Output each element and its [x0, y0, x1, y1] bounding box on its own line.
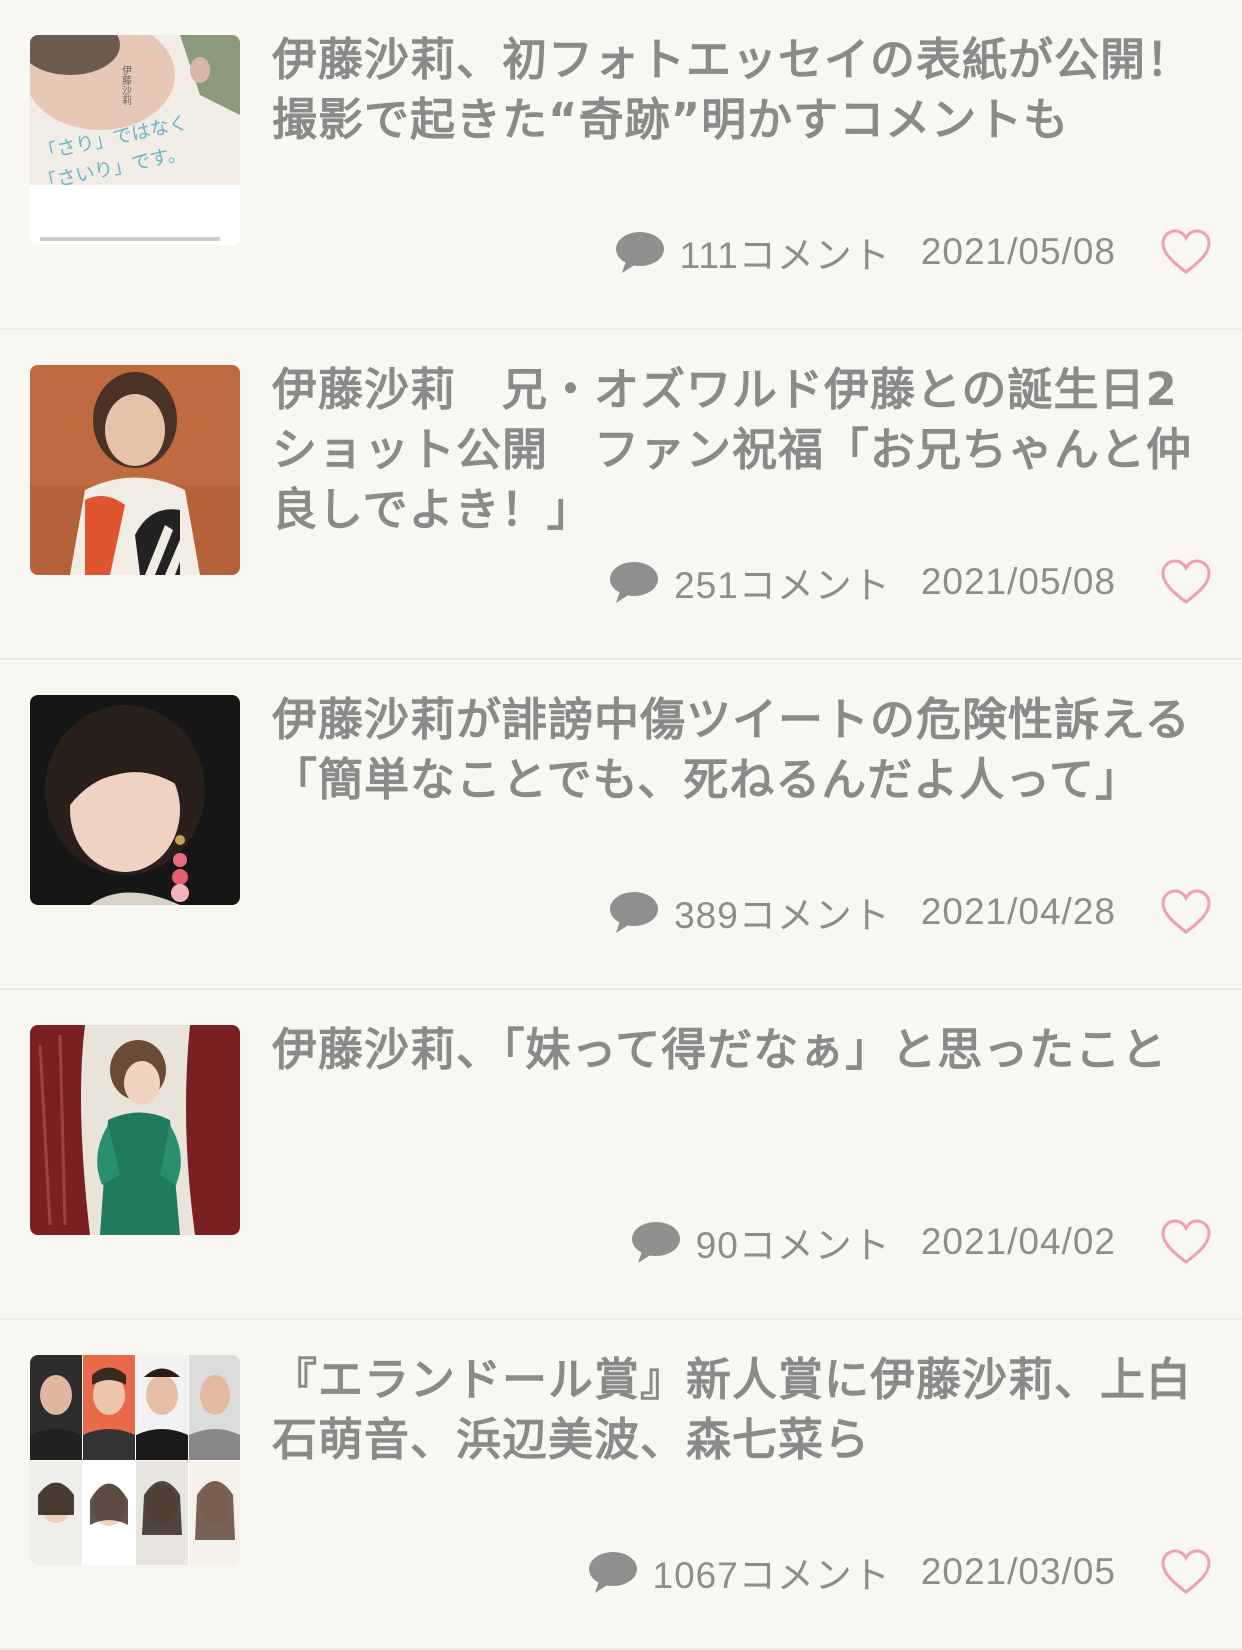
- comment-count: 90コメント: [695, 1225, 891, 1266]
- comment-count: 389コメント: [674, 895, 891, 936]
- article-title[interactable]: 伊藤沙莉が誹謗中傷ツイートの危険性訴える「簡単なことでも、死ねるんだよ人って」: [272, 690, 1212, 810]
- article-title[interactable]: 伊藤沙莉、初フォトエッセイの表紙が公開！撮影で起きた“奇跡”明かすコメントも: [272, 30, 1212, 150]
- comment-bubble-icon: [610, 892, 659, 933]
- book-cover-image: 「さり」ではなく 「さいり」です。 伊藤沙莉: [30, 35, 240, 245]
- heart-icon[interactable]: [1160, 1548, 1212, 1596]
- article-meta: 1067コメント 2021/03/05: [587, 1542, 1213, 1602]
- article-meta: 90コメント 2021/04/02: [630, 1212, 1212, 1272]
- list-item[interactable]: 伊藤沙莉 兄・オズワルド伊藤との誕生日2ショット公開 ファン祝福「お兄ちゃんと仲…: [0, 330, 1242, 660]
- article-list: 「さり」ではなく 「さいり」です。 伊藤沙莉 伊藤沙莉、初フォトエッセイの表紙が…: [0, 0, 1242, 1650]
- list-item[interactable]: 「さり」ではなく 「さいり」です。 伊藤沙莉 伊藤沙莉、初フォトエッセイの表紙が…: [0, 0, 1242, 330]
- article-date: 2021/03/05: [920, 1551, 1116, 1592]
- article-thumbnail[interactable]: [30, 365, 240, 575]
- list-item[interactable]: 伊藤沙莉、「妹って得だなぁ」と思ったこと 90コメント 2021/04/02: [0, 990, 1242, 1320]
- list-item[interactable]: 伊藤沙莉が誹謗中傷ツイートの危険性訴える「簡単なことでも、死ねるんだよ人って」 …: [0, 660, 1242, 990]
- portrait-photo: [30, 695, 240, 905]
- article-thumbnail[interactable]: 「さり」ではなく 「さいり」です。 伊藤沙莉: [30, 35, 240, 245]
- comment-bubble-icon: [631, 1222, 680, 1263]
- comment-bubble-icon: [588, 1552, 637, 1593]
- heart-icon[interactable]: [1160, 888, 1212, 936]
- heart-icon[interactable]: [1160, 228, 1212, 276]
- article-thumbnail[interactable]: [30, 1355, 240, 1565]
- portrait-photo: [30, 365, 240, 575]
- article-date: 2021/05/08: [920, 561, 1116, 602]
- article-meta: 111コメント 2021/05/08: [614, 222, 1212, 282]
- article-meta: 251コメント 2021/05/08: [608, 552, 1212, 612]
- article-date: 2021/05/08: [920, 231, 1116, 272]
- article-thumbnail[interactable]: [30, 695, 240, 905]
- comment-bubble-icon: [610, 562, 659, 603]
- portrait-photo: [30, 1025, 240, 1235]
- list-item[interactable]: 『エランドール賞』新人賞に伊藤沙莉、上白石萌音、浜辺美波、森七菜ら 1067コメ…: [0, 1320, 1242, 1650]
- heart-icon[interactable]: [1160, 1218, 1212, 1266]
- cover-author: 伊藤沙莉: [120, 65, 132, 105]
- comment-count: 111コメント: [679, 235, 891, 276]
- article-date: 2021/04/28: [920, 891, 1116, 932]
- comment-count: 1067コメント: [652, 1555, 891, 1596]
- article-title[interactable]: 伊藤沙莉、「妹って得だなぁ」と思ったこと: [272, 1020, 1212, 1080]
- collage-photo: [30, 1355, 240, 1565]
- article-date: 2021/04/02: [920, 1221, 1116, 1262]
- heart-icon[interactable]: [1160, 558, 1212, 606]
- article-meta: 389コメント 2021/04/28: [608, 882, 1212, 942]
- article-thumbnail[interactable]: [30, 1025, 240, 1235]
- article-title[interactable]: 伊藤沙莉 兄・オズワルド伊藤との誕生日2ショット公開 ファン祝福「お兄ちゃんと仲…: [272, 360, 1212, 540]
- comment-bubble-icon: [615, 232, 664, 273]
- article-title[interactable]: 『エランドール賞』新人賞に伊藤沙莉、上白石萌音、浜辺美波、森七菜ら: [272, 1350, 1212, 1470]
- comment-count: 251コメント: [674, 565, 891, 606]
